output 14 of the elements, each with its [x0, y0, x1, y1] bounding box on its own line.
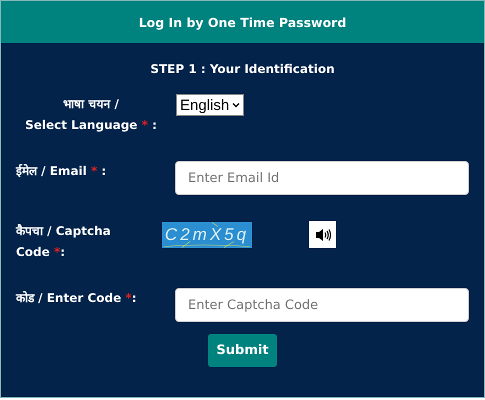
field-label: कोड / Enter Code *:	[16, 290, 138, 307]
input-field[interactable]: Enter Email Id	[175, 161, 469, 195]
speaker-icon	[314, 228, 330, 242]
step-title: STEP 1 : Your Identification	[149, 62, 336, 76]
panel-title: Log In by One Time Password	[138, 14, 346, 30]
field-label: कैपचा / Captcha Code *:	[16, 223, 112, 261]
audio-button[interactable]	[309, 221, 336, 248]
field-label: ईमेल / Email * :	[16, 163, 108, 180]
language-select[interactable]: English	[176, 94, 244, 116]
field-label: भाषा चयन / Select Language * :	[24, 96, 158, 134]
captcha-image: C2mX5q	[162, 222, 252, 248]
input-field[interactable]: Enter Captcha Code	[175, 288, 469, 322]
caret-icon	[232, 102, 240, 108]
submit-button[interactable]: Submit	[208, 334, 277, 367]
